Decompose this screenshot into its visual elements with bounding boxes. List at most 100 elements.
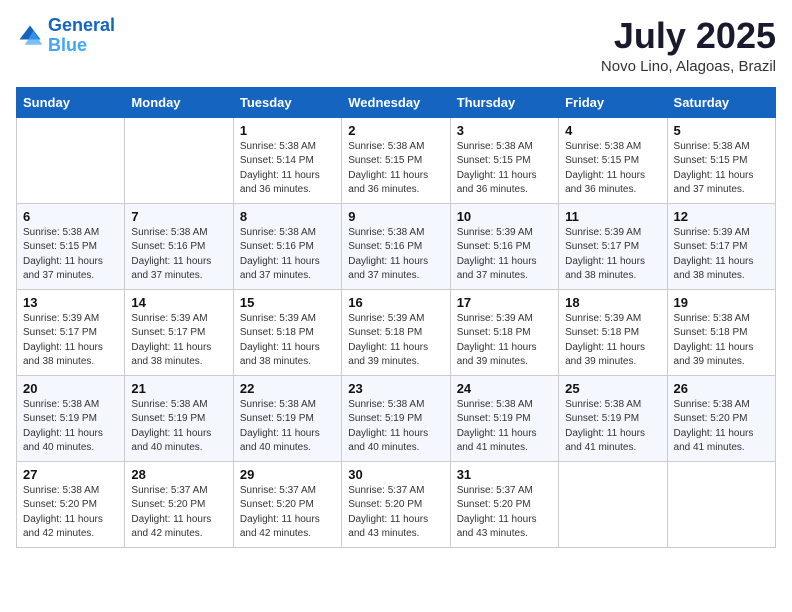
calendar-cell: 23Sunrise: 5:38 AM Sunset: 5:19 PM Dayli…	[342, 375, 450, 461]
calendar-cell: 15Sunrise: 5:39 AM Sunset: 5:18 PM Dayli…	[233, 289, 341, 375]
calendar-cell: 21 Sunrise: 5:38 AM Sunset: 5:19 PM Dayli…	[125, 375, 233, 461]
cell-sun-info: Sunrise: 5:39 AM Sunset: 5:17 PM Dayligh…	[565, 226, 660, 284]
weekday-header: Monday	[125, 87, 233, 117]
calendar-table: SundayMondayTuesdayWednesdayThursdayFrid…	[16, 87, 776, 548]
cell-sun-info: Sunrise: 5:38 AM Sunset: 5:19 PM Dayligh…	[348, 398, 443, 456]
day-number: 27	[23, 467, 118, 482]
calendar-cell: 19 Sunrise: 5:38 AM Sunset: 5:18 PM Dayli…	[667, 289, 775, 375]
logo-icon	[16, 22, 44, 50]
cell-sun-info: Sunrise: 5:38 AM Sunset: 5:20 PM Dayligh…	[674, 398, 769, 456]
calendar-cell: 14 Sunrise: 5:39 AM Sunset: 5:17 PM Dayli…	[125, 289, 233, 375]
day-number: 4	[565, 123, 660, 138]
cell-sun-info: Sunrise: 5:39 AM Sunset: 5:18 PM Dayligh…	[240, 312, 335, 370]
day-number: 13	[23, 295, 118, 310]
day-number: 2	[348, 123, 443, 138]
calendar-cell	[667, 461, 775, 547]
cell-sun-info: Sunrise: 5:39 AM Sunset: 5:16 PM Dayligh…	[457, 226, 552, 284]
calendar-cell: 20 Sunrise: 5:38 AM Sunset: 5:19 PM Dayli…	[17, 375, 125, 461]
day-number: 29	[240, 467, 335, 482]
calendar-week-row: 1Sunrise: 5:38 AM Sunset: 5:14 PM Daylig…	[17, 117, 776, 203]
location-subtitle: Novo Lino, Alagoas, Brazil	[601, 58, 776, 75]
day-number: 18	[565, 295, 660, 310]
day-number: 22	[240, 381, 335, 396]
day-number: 25	[565, 381, 660, 396]
cell-sun-info: Sunrise: 5:38 AM Sunset: 5:15 PM Dayligh…	[457, 140, 552, 198]
calendar-cell: 7Sunrise: 5:38 AM Sunset: 5:16 PM Daylig…	[125, 203, 233, 289]
weekday-header: Wednesday	[342, 87, 450, 117]
weekday-header: Thursday	[450, 87, 558, 117]
calendar-cell: 22 Sunrise: 5:38 AM Sunset: 5:19 PM Dayli…	[233, 375, 341, 461]
calendar-cell: 16 Sunrise: 5:39 AM Sunset: 5:18 PM Dayli…	[342, 289, 450, 375]
cell-sun-info: Sunrise: 5:37 AM Sunset: 5:20 PM Dayligh…	[348, 484, 443, 542]
cell-sun-info: Sunrise: 5:38 AM Sunset: 5:19 PM Dayligh…	[23, 398, 118, 456]
day-number: 19	[674, 295, 769, 310]
cell-sun-info: Sunrise: 5:38 AM Sunset: 5:15 PM Dayligh…	[23, 226, 118, 284]
cell-sun-info: Sunrise: 5:38 AM Sunset: 5:15 PM Dayligh…	[348, 140, 443, 198]
cell-sun-info: Sunrise: 5:38 AM Sunset: 5:15 PM Dayligh…	[565, 140, 660, 198]
day-number: 5	[674, 123, 769, 138]
calendar-cell	[17, 117, 125, 203]
calendar-cell: 30 Sunrise: 5:37 AM Sunset: 5:20 PM Dayli…	[342, 461, 450, 547]
cell-sun-info: Sunrise: 5:38 AM Sunset: 5:19 PM Dayligh…	[240, 398, 335, 456]
day-number: 11	[565, 209, 660, 224]
cell-sun-info: Sunrise: 5:38 AM Sunset: 5:15 PM Dayligh…	[674, 140, 769, 198]
calendar-cell: 12 Sunrise: 5:39 AM Sunset: 5:17 PM Dayli…	[667, 203, 775, 289]
calendar-cell: 27 Sunrise: 5:38 AM Sunset: 5:20 PM Dayli…	[17, 461, 125, 547]
cell-sun-info: Sunrise: 5:37 AM Sunset: 5:20 PM Dayligh…	[457, 484, 552, 542]
day-number: 30	[348, 467, 443, 482]
calendar-cell: 8Sunrise: 5:38 AM Sunset: 5:16 PM Daylig…	[233, 203, 341, 289]
cell-sun-info: Sunrise: 5:39 AM Sunset: 5:18 PM Dayligh…	[348, 312, 443, 370]
calendar-cell: 25 Sunrise: 5:38 AM Sunset: 5:19 PM Dayli…	[559, 375, 667, 461]
calendar-cell: 13Sunrise: 5:39 AM Sunset: 5:17 PM Dayli…	[17, 289, 125, 375]
day-number: 7	[131, 209, 226, 224]
day-number: 12	[674, 209, 769, 224]
cell-sun-info: Sunrise: 5:38 AM Sunset: 5:20 PM Dayligh…	[23, 484, 118, 542]
calendar-cell: 17 Sunrise: 5:39 AM Sunset: 5:18 PM Dayli…	[450, 289, 558, 375]
day-number: 21	[131, 381, 226, 396]
cell-sun-info: Sunrise: 5:38 AM Sunset: 5:16 PM Dayligh…	[348, 226, 443, 284]
cell-sun-info: Sunrise: 5:39 AM Sunset: 5:17 PM Dayligh…	[674, 226, 769, 284]
calendar-cell: 4 Sunrise: 5:38 AM Sunset: 5:15 PM Daylig…	[559, 117, 667, 203]
calendar-cell: 2 Sunrise: 5:38 AM Sunset: 5:15 PM Daylig…	[342, 117, 450, 203]
calendar-week-row: 27 Sunrise: 5:38 AM Sunset: 5:20 PM Dayli…	[17, 461, 776, 547]
cell-sun-info: Sunrise: 5:39 AM Sunset: 5:18 PM Dayligh…	[565, 312, 660, 370]
calendar-cell: 18 Sunrise: 5:39 AM Sunset: 5:18 PM Dayli…	[559, 289, 667, 375]
cell-sun-info: Sunrise: 5:38 AM Sunset: 5:19 PM Dayligh…	[565, 398, 660, 456]
calendar-cell: 3 Sunrise: 5:38 AM Sunset: 5:15 PM Daylig…	[450, 117, 558, 203]
calendar-cell: 24Sunrise: 5:38 AM Sunset: 5:19 PM Dayli…	[450, 375, 558, 461]
calendar-cell: 31 Sunrise: 5:37 AM Sunset: 5:20 PM Dayli…	[450, 461, 558, 547]
title-block: July 2025 Novo Lino, Alagoas, Brazil	[601, 16, 776, 75]
cell-sun-info: Sunrise: 5:39 AM Sunset: 5:17 PM Dayligh…	[131, 312, 226, 370]
day-number: 17	[457, 295, 552, 310]
calendar-week-row: 20 Sunrise: 5:38 AM Sunset: 5:19 PM Dayli…	[17, 375, 776, 461]
day-number: 9	[348, 209, 443, 224]
calendar-cell: 26 Sunrise: 5:38 AM Sunset: 5:20 PM Dayli…	[667, 375, 775, 461]
cell-sun-info: Sunrise: 5:38 AM Sunset: 5:19 PM Dayligh…	[131, 398, 226, 456]
day-number: 24	[457, 381, 552, 396]
day-number: 14	[131, 295, 226, 310]
day-number: 31	[457, 467, 552, 482]
cell-sun-info: Sunrise: 5:37 AM Sunset: 5:20 PM Dayligh…	[240, 484, 335, 542]
day-number: 3	[457, 123, 552, 138]
calendar-cell: 1Sunrise: 5:38 AM Sunset: 5:14 PM Daylig…	[233, 117, 341, 203]
day-number: 26	[674, 381, 769, 396]
day-number: 20	[23, 381, 118, 396]
cell-sun-info: Sunrise: 5:39 AM Sunset: 5:18 PM Dayligh…	[457, 312, 552, 370]
weekday-header: Saturday	[667, 87, 775, 117]
weekday-header: Friday	[559, 87, 667, 117]
calendar-cell: 10 Sunrise: 5:39 AM Sunset: 5:16 PM Dayli…	[450, 203, 558, 289]
cell-sun-info: Sunrise: 5:37 AM Sunset: 5:20 PM Dayligh…	[131, 484, 226, 542]
day-number: 1	[240, 123, 335, 138]
calendar-header-row: SundayMondayTuesdayWednesdayThursdayFrid…	[17, 87, 776, 117]
day-number: 28	[131, 467, 226, 482]
cell-sun-info: Sunrise: 5:38 AM Sunset: 5:18 PM Dayligh…	[674, 312, 769, 370]
calendar-cell: 28 Sunrise: 5:37 AM Sunset: 5:20 PM Dayli…	[125, 461, 233, 547]
day-number: 10	[457, 209, 552, 224]
day-number: 16	[348, 295, 443, 310]
page-header: General Blue July 2025 Novo Lino, Alagoa…	[16, 16, 776, 75]
weekday-header: Sunday	[17, 87, 125, 117]
calendar-cell: 5 Sunrise: 5:38 AM Sunset: 5:15 PM Daylig…	[667, 117, 775, 203]
logo-text: General Blue	[48, 16, 115, 56]
calendar-cell	[125, 117, 233, 203]
calendar-cell: 29 Sunrise: 5:37 AM Sunset: 5:20 PM Dayli…	[233, 461, 341, 547]
